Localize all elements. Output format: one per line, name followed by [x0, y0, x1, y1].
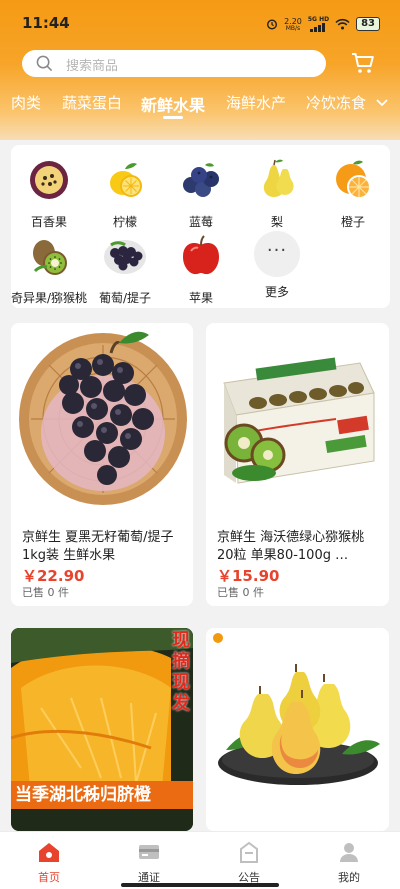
subcategory-more[interactable]: ··· 更多	[239, 231, 315, 300]
subcategory-label: 苹果	[188, 291, 213, 305]
subcategory-label: 蓝莓	[188, 215, 213, 229]
product-card[interactable]: 京鲜生 海沃德绿心猕猴桃 20粒 单果80-100g … ￥15.90 已售 0…	[206, 323, 389, 606]
product-price: ￥22.90	[22, 567, 85, 585]
net-speed-unit: MB/s	[285, 24, 301, 32]
subcategory-label: 梨	[270, 215, 283, 229]
status-icons: 2.20 MB/s 5G HD 83	[266, 16, 380, 32]
subcategory-grape[interactable]: 葡萄/提子	[87, 231, 163, 306]
search-input[interactable]: 搜索商品	[22, 50, 326, 77]
passion-fruit-icon	[30, 161, 68, 199]
subcategory-label: 更多	[264, 285, 289, 299]
subcategory-pear[interactable]: 梨	[239, 155, 315, 230]
chevron-down-icon[interactable]	[376, 98, 388, 108]
product-image-pears	[206, 628, 389, 831]
bottom-nav: 首页 通证 公告 我的	[0, 831, 400, 889]
subcategory-label: 葡萄/提子	[98, 291, 152, 305]
net-speed: 2.20 MB/s	[284, 17, 302, 32]
signal-group: 5G HD	[308, 16, 329, 32]
product-sold-count: 已售 0 件	[217, 586, 264, 599]
subcategory-kiwi[interactable]: 奇异果/猕猴桃	[11, 231, 87, 306]
product-image-kiwi-box	[206, 323, 389, 513]
subcategory-label: 柠檬	[112, 215, 137, 229]
product-title: 京鲜生 夏黑无籽葡萄/提子 1kg装 生鲜水果	[22, 530, 174, 563]
apple-icon	[183, 235, 219, 275]
product-price: ￥15.90	[217, 567, 280, 585]
status-bar: 11:44 2.20 MB/s 5G HD 83	[0, 0, 400, 44]
nav-label: 首页	[38, 871, 60, 884]
profile-icon	[340, 843, 358, 862]
nav-home[interactable]: 首页	[19, 840, 79, 885]
subcategory-grid: 百香果 柠檬 蓝莓 梨 橙子 奇异果/猕猴桃 葡萄/提子 苹果 ··· 更多	[11, 145, 390, 308]
wifi-icon	[335, 18, 350, 30]
home-indicator	[121, 883, 279, 887]
signal-icon	[310, 23, 326, 32]
product-card[interactable]: 京鲜生 夏黑无籽葡萄/提子 1kg装 生鲜水果 ￥22.90 已售 0 件	[11, 323, 193, 606]
nav-token[interactable]: 通证	[119, 840, 179, 885]
status-time: 11:44	[22, 14, 70, 32]
search-icon	[36, 55, 53, 72]
subcategory-label: 橙子	[340, 215, 365, 229]
tab-vegetables-protein[interactable]: 蔬菜蛋白	[62, 92, 122, 113]
subcategory-lemon[interactable]: 柠檬	[87, 155, 163, 230]
notice-icon	[240, 841, 258, 863]
kiwi-icon	[33, 240, 67, 275]
orange-icon	[336, 160, 371, 199]
nav-profile[interactable]: 我的	[319, 840, 379, 885]
subcategory-orange[interactable]: 橙子	[315, 155, 391, 230]
tab-fresh-fruit[interactable]: 新鲜水果	[141, 92, 205, 116]
subcategory-label: 百香果	[30, 215, 67, 229]
product-card[interactable]	[206, 628, 389, 831]
subcategory-blueberry[interactable]: 蓝莓	[163, 155, 239, 230]
promo-vertical-text: 现摘现发	[172, 630, 190, 714]
tab-seafood[interactable]: 海鲜水产	[226, 92, 286, 113]
nav-label: 我的	[338, 871, 360, 884]
search-placeholder: 搜索商品	[66, 59, 119, 74]
network-type: 5G HD	[307, 16, 330, 23]
product-sold-count: 已售 0 件	[22, 586, 69, 599]
subcategory-label: 奇异果/猕猴桃	[11, 291, 88, 305]
header: 11:44 2.20 MB/s 5G HD 83 搜索商品 肉类 蔬菜蛋白 新鲜…	[0, 0, 400, 140]
home-icon	[39, 843, 59, 862]
tab-meat[interactable]: 肉类	[11, 92, 41, 113]
tab-frozen[interactable]: 冷饮冻食	[306, 92, 366, 113]
lemon-icon	[110, 163, 142, 197]
promo-banner-text: 当季湖北秭归脐橙	[15, 785, 151, 805]
battery-indicator: 83	[356, 17, 380, 31]
alarm-icon	[267, 19, 278, 30]
token-icon	[139, 845, 159, 859]
category-tabs: 肉类 蔬菜蛋白 新鲜水果 海鲜水产 冷饮冻食	[0, 92, 400, 126]
cart-icon[interactable]	[351, 52, 375, 74]
blueberry-icon	[183, 163, 219, 197]
nav-notice[interactable]: 公告	[219, 840, 279, 885]
product-card[interactable]: 现摘现发 当季湖北秭归脐橙	[11, 628, 193, 831]
subcategory-passion-fruit[interactable]: 百香果	[11, 155, 87, 230]
grape-icon	[104, 240, 146, 274]
product-image-grapes	[11, 323, 193, 513]
product-title: 京鲜生 海沃德绿心猕猴桃 20粒 单果80-100g …	[217, 530, 365, 563]
active-tab-indicator	[163, 116, 183, 119]
more-icon: ···	[254, 231, 300, 277]
subcategory-apple[interactable]: 苹果	[163, 231, 239, 306]
pear-icon	[263, 159, 294, 197]
